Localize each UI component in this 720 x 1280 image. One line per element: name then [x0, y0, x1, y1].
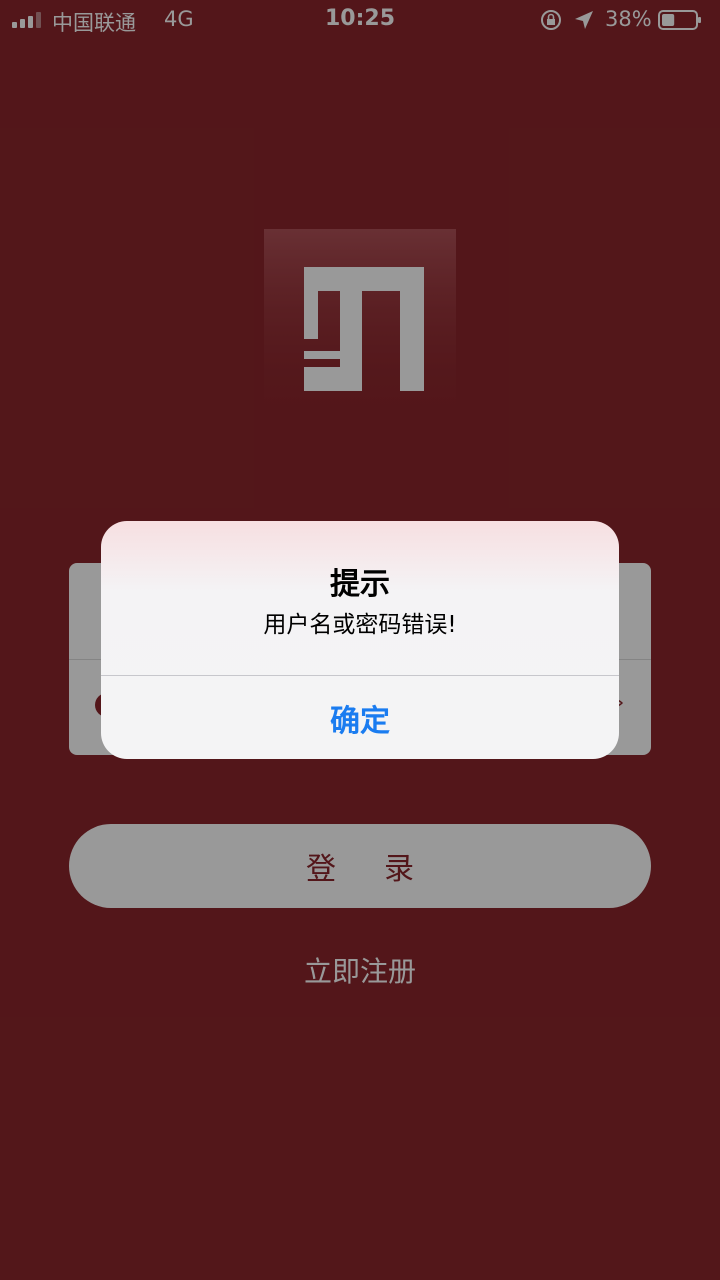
alert-title: 提示 [330, 567, 390, 602]
alert-dialog: 提示 用户名或密码错误! 确定 [101, 521, 619, 759]
alert-message: 用户名或密码错误! [263, 612, 457, 638]
confirm-button[interactable]: 确定 [101, 676, 619, 759]
